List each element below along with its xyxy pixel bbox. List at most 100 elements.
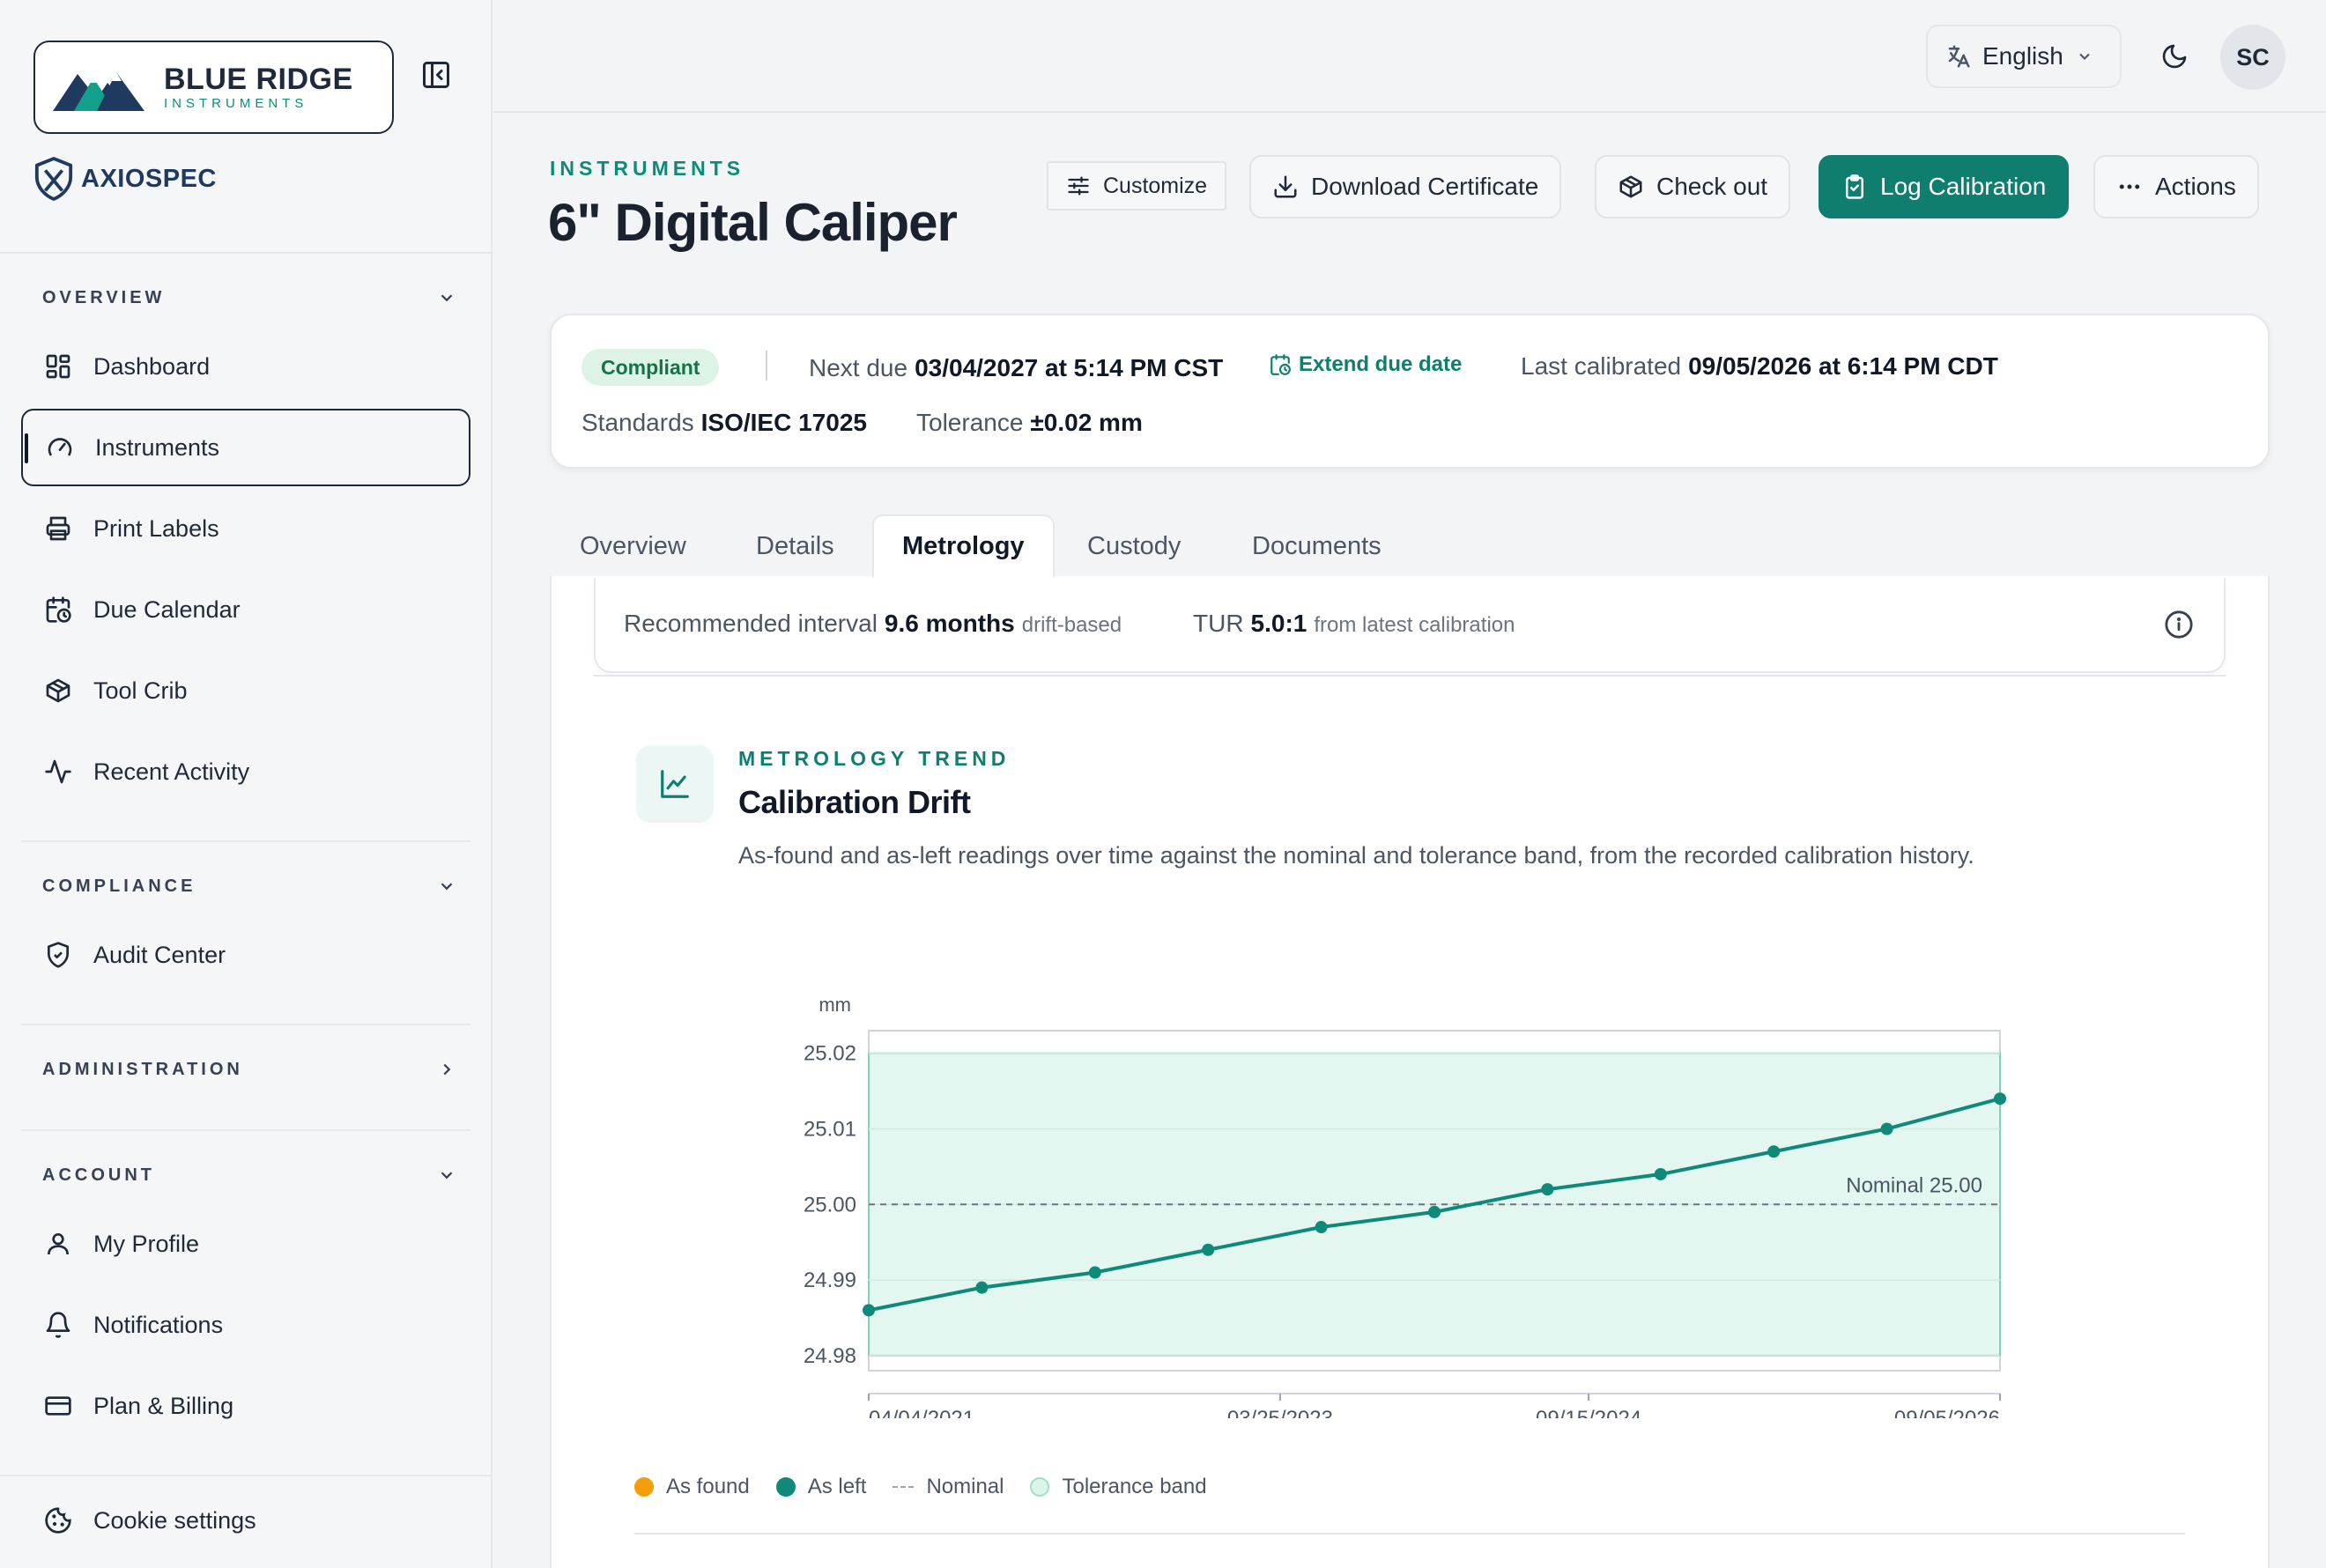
section-account-header[interactable]: ACCOUNT — [42, 1159, 456, 1191]
translate-icon — [1948, 45, 1970, 68]
customize-button[interactable]: Customize — [1047, 161, 1227, 211]
sidebar-item-cookie-settings[interactable]: Cookie settings — [21, 1482, 470, 1559]
product-logo: AXIOSPEC — [33, 157, 217, 201]
language-label: English — [1982, 42, 2063, 70]
collapse-sidebar-button[interactable] — [414, 53, 458, 97]
last-calibrated-value: 09/05/2026 at 6:14 PM CDT — [1688, 352, 1998, 380]
y-axis-label: mm — [819, 994, 851, 1016]
chart-legend: As found As left Nominal Tolerance band — [634, 1475, 1233, 1499]
tab-documents[interactable]: Documents — [1252, 514, 1382, 578]
sidebar-item-my-profile[interactable]: My Profile — [21, 1205, 470, 1283]
section-title: COMPLIANCE — [42, 876, 196, 896]
legend-as-left[interactable]: As left — [775, 1475, 866, 1499]
more-horizontal-icon — [2119, 184, 2140, 189]
tur-value: 5.0:1 — [1250, 610, 1307, 637]
divider — [21, 1024, 470, 1025]
interval-label: Recommended interval — [624, 610, 878, 637]
avatar[interactable]: SC — [2220, 25, 2285, 90]
calendar-clock-icon — [1270, 354, 1291, 375]
as-left-point — [1202, 1243, 1215, 1256]
y-tick-label: 25.02 — [804, 1042, 856, 1066]
sidebar-item-label: Print Labels — [93, 514, 219, 542]
download-certificate-button[interactable]: Download Certificate — [1249, 155, 1562, 218]
x-tick-label: 03/25/2023 — [1227, 1407, 1333, 1418]
legend-nominal[interactable]: Nominal — [893, 1475, 1004, 1499]
next-due-value: 03/04/2027 at 5:14 PM CST — [915, 354, 1224, 381]
sidebar-item-plan-billing[interactable]: Plan & Billing — [21, 1367, 470, 1445]
sidebar-item-label: Instruments — [95, 433, 220, 461]
section-overview-header[interactable]: OVERVIEW — [42, 282, 456, 314]
language-select[interactable]: English — [1926, 25, 2122, 88]
tab-overview[interactable]: Overview — [580, 514, 686, 578]
as-found-swatch — [634, 1477, 654, 1497]
interval-value: 9.6 months — [884, 610, 1015, 637]
brand-subtitle: INSTRUMENTS — [164, 96, 308, 111]
info-icon[interactable] — [2164, 610, 2194, 644]
sidebar-item-dashboard[interactable]: Dashboard — [21, 328, 470, 405]
nominal-swatch — [893, 1486, 915, 1488]
trend-title: Calibration Drift — [738, 784, 971, 820]
line-chart-icon — [661, 770, 689, 798]
y-tick-label: 24.99 — [804, 1268, 856, 1292]
y-tick-label: 25.00 — [804, 1193, 856, 1217]
sidebar-item-audit-center[interactable]: Audit Center — [21, 916, 470, 994]
legend-label: Tolerance band — [1062, 1475, 1207, 1498]
sidebar-item-due-calendar[interactable]: Due Calendar — [21, 571, 470, 648]
page-title: 6" Digital Caliper — [548, 193, 958, 252]
package-icon — [1619, 175, 1642, 198]
tolerance-value: ±0.02 mm — [1030, 409, 1143, 436]
package-icon — [42, 675, 74, 706]
button-label: Log Calibration — [1880, 173, 2047, 200]
activity-icon — [42, 756, 74, 788]
extend-due-date-link[interactable]: Extend due date — [1269, 352, 1462, 377]
as-left-point — [1088, 1266, 1101, 1279]
legend-tolerance-band[interactable]: Tolerance band — [1030, 1475, 1207, 1499]
cookie-icon — [42, 1505, 74, 1536]
sidebar-item-label: Audit Center — [93, 941, 226, 968]
brand-logo[interactable]: BLUE RIDGE INSTRUMENTS — [33, 41, 394, 134]
divider — [21, 1129, 470, 1131]
tab-custody[interactable]: Custody — [1087, 514, 1181, 578]
sidebar-item-recent-activity[interactable]: Recent Activity — [21, 733, 470, 810]
button-label: Actions — [2155, 173, 2236, 200]
mountain-logo-icon — [53, 60, 148, 115]
sidebar-item-label: Recent Activity — [93, 758, 250, 785]
as-left-point — [1654, 1167, 1667, 1180]
as-left-point — [975, 1281, 989, 1294]
x-tick-label: 09/15/2024 — [1536, 1407, 1641, 1418]
panel-collapse-icon — [423, 62, 449, 88]
x-tick-label: 04/04/2021 — [869, 1407, 974, 1418]
chevron-down-icon — [441, 1172, 453, 1180]
as-left-point — [1767, 1145, 1781, 1158]
shield-logo-icon — [34, 157, 73, 201]
y-tick-label: 24.98 — [804, 1344, 856, 1368]
sidebar-item-label: Plan & Billing — [93, 1392, 234, 1419]
divider — [594, 675, 2226, 677]
tab-metrology[interactable]: Metrology — [872, 514, 1055, 578]
sidebar-item-print-labels[interactable]: Print Labels — [21, 490, 470, 567]
user-icon — [42, 1228, 74, 1260]
legend-as-found[interactable]: As found — [634, 1475, 750, 1499]
button-label: Check out — [1656, 173, 1768, 200]
section-compliance-header[interactable]: COMPLIANCE — [42, 870, 456, 902]
check-out-button[interactable]: Check out — [1595, 155, 1791, 218]
as-left-point — [1994, 1092, 2006, 1106]
section-administration-header[interactable]: ADMINISTRATION — [42, 1054, 456, 1085]
printer-icon — [42, 513, 74, 544]
sidebar-item-tool-crib[interactable]: Tool Crib — [21, 652, 470, 729]
actions-button[interactable]: Actions — [2093, 155, 2259, 218]
tur-note: from latest calibration — [1314, 613, 1515, 637]
divider — [0, 252, 493, 254]
sidebar-item-label: Notifications — [93, 1311, 224, 1338]
log-calibration-button[interactable]: Log Calibration — [1819, 155, 2070, 218]
page-eyebrow: INSTRUMENTS — [550, 157, 745, 180]
legend-label: As found — [666, 1475, 750, 1498]
interval-note: drift-based — [1021, 613, 1122, 637]
sidebar-item-notifications[interactable]: Notifications — [21, 1286, 470, 1364]
section-title: OVERVIEW — [42, 287, 166, 307]
tur-label: TUR — [1193, 610, 1244, 637]
nominal-label: Nominal 25.00 — [1846, 1173, 1982, 1197]
sidebar-item-instruments[interactable]: Instruments — [21, 409, 470, 486]
theme-toggle-button[interactable] — [2150, 32, 2199, 81]
tab-details[interactable]: Details — [756, 514, 834, 578]
